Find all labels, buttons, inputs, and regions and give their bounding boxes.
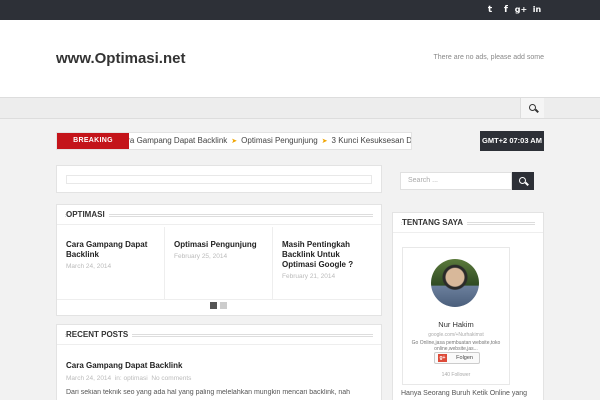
post-comments-link[interactable]: No comments	[151, 375, 191, 382]
post-date: February 25, 2014	[174, 253, 228, 260]
ticker-item[interactable]: Cara Gampang Dapat Backlink	[129, 133, 227, 149]
sidebar-search-button[interactable]	[512, 172, 534, 190]
section-header: OPTIMASI	[57, 205, 381, 225]
follow-label: Folgen	[456, 355, 473, 361]
avatar[interactable]	[431, 259, 479, 307]
breaking-label: BREAKING	[57, 133, 129, 149]
ticker-arrow-icon: ➤	[321, 138, 328, 145]
pager-dot[interactable]	[220, 302, 227, 309]
google-plus-icon: g+	[438, 354, 447, 362]
slider-box	[56, 165, 382, 193]
column-divider	[164, 227, 165, 299]
post-meta: March 24, 2014 in: optimasi No comments	[66, 375, 192, 382]
clock-widget: GMT+2 07:03 AM	[480, 131, 544, 151]
main-nav	[0, 97, 600, 119]
profile-description: Go Online,jasa pembuatan website,toko on…	[411, 340, 501, 352]
post-title-link[interactable]: Cara Gampang Dapat Backlink	[66, 361, 182, 371]
ticker-item[interactable]: 3 Kunci Kesuksesan Da	[332, 133, 411, 149]
nav-search-button[interactable]	[520, 98, 544, 118]
post-date: February 21, 2014	[282, 273, 336, 280]
section-header: RECENT POSTS	[57, 325, 381, 345]
news-ticker: Cara Gampang Dapat Backlink ➤Optimasi Pen…	[129, 133, 411, 149]
profile-name[interactable]: Nur Hakim	[403, 320, 509, 329]
site-logo[interactable]: www.Optimasi.net	[56, 51, 185, 67]
column-divider	[272, 227, 273, 299]
top-bar: t f g+ in	[0, 0, 600, 20]
about-text: Hanya Seorang Buruh Ketik Online yang	[401, 390, 528, 397]
post-date: March 24, 2014	[66, 263, 112, 270]
search-icon	[529, 104, 536, 111]
follower-count: 140 Follower	[441, 372, 471, 378]
sidebar-search-input[interactable]: Search ...	[400, 172, 512, 190]
google-plus-badge: Nur Hakim google.com/+Nurhakimst Go Onli…	[402, 247, 510, 385]
section-title: TENTANG SAYA	[402, 218, 468, 227]
twitter-icon[interactable]: t	[483, 3, 497, 17]
post-title-link[interactable]: Cara Gampang Dapat Backlink	[66, 240, 162, 260]
section-title: RECENT POSTS	[66, 330, 133, 339]
post-author-link[interactable]: optimasi	[123, 375, 147, 382]
ticker-arrow-icon: ➤	[231, 138, 238, 145]
post-date: March 24, 2014	[66, 375, 112, 382]
follow-button[interactable]: g+ Folgen	[434, 352, 480, 364]
ticker-item[interactable]: Optimasi Pengunjung	[241, 133, 318, 149]
google-plus-icon[interactable]: g+	[514, 3, 528, 17]
profile-url[interactable]: google.com/+Nurhakimst	[403, 332, 509, 338]
breaking-news-bar: BREAKING Cara Gampang Dapat Backlink ➤Opt…	[56, 132, 412, 150]
search-icon	[519, 177, 526, 184]
section-header: TENTANG SAYA	[393, 213, 543, 233]
slider-placeholder	[66, 175, 372, 184]
section-title: OPTIMASI	[66, 210, 109, 219]
post-excerpt: Dari sekian teknik seo yang ada hal yang…	[66, 389, 351, 396]
ad-placeholder-text: There are no ads, please add some	[433, 54, 544, 61]
divider	[57, 299, 381, 300]
post-title-link[interactable]: Optimasi Pengunjung	[174, 240, 270, 250]
linkedin-icon[interactable]: in	[530, 3, 544, 17]
post-title-link[interactable]: Masih Pentingkah Backlink Untuk Optimasi…	[282, 240, 374, 270]
title-stripes	[65, 214, 373, 217]
facebook-icon[interactable]: f	[499, 3, 513, 17]
pager-dot-active[interactable]	[210, 302, 217, 309]
